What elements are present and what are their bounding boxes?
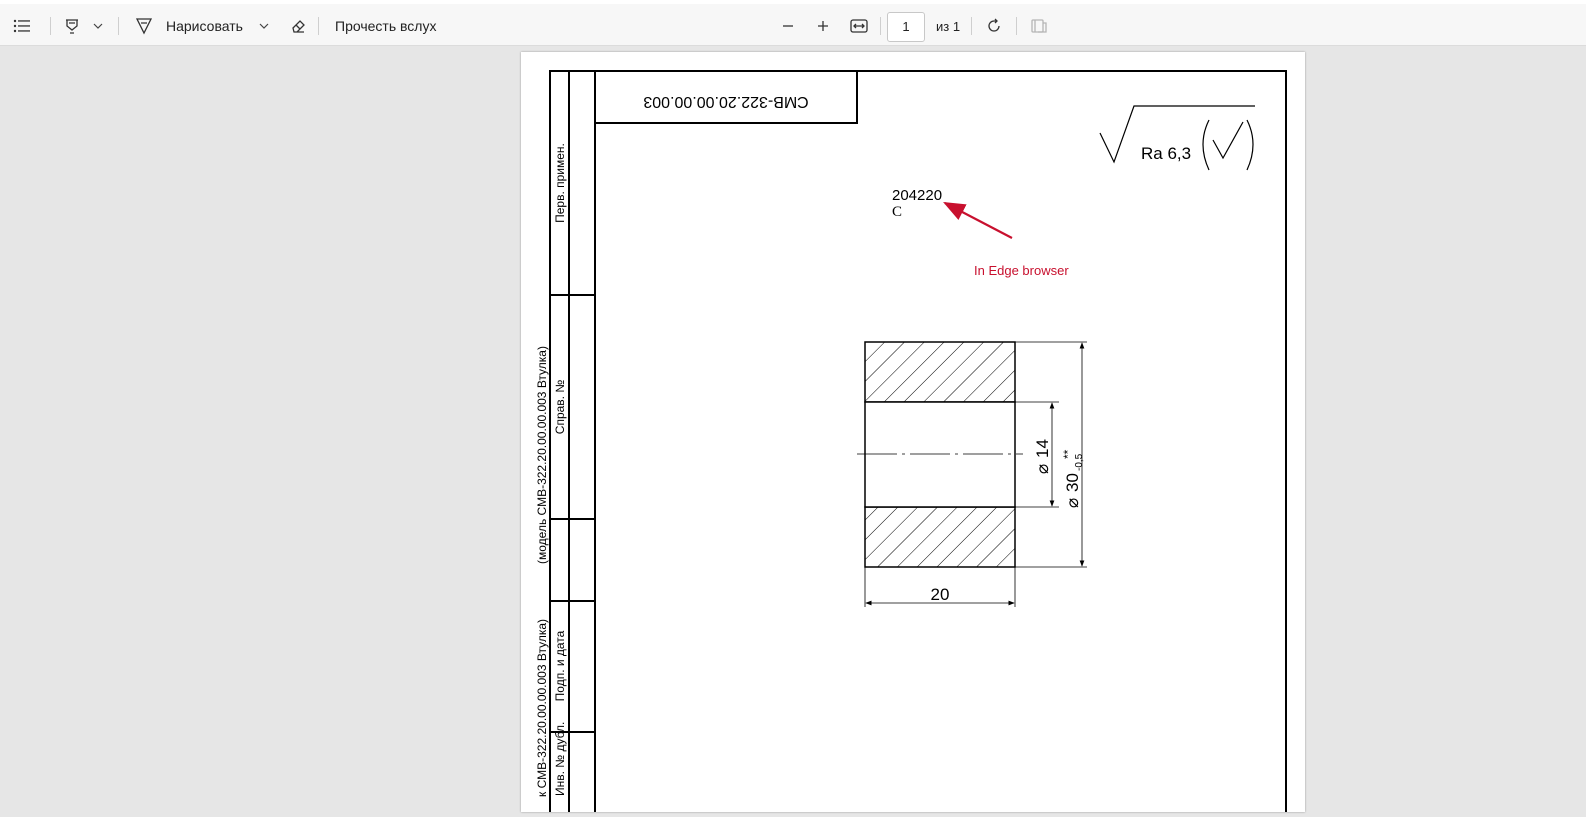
pdf-page: Перв. примен. Справ. № Подп. и дата Инв.… [521, 52, 1305, 817]
svg-text:⌀: ⌀ [1033, 464, 1052, 474]
fit-width-icon[interactable] [846, 12, 872, 40]
toolbar-divider [880, 17, 881, 35]
svg-text:-0,5: -0,5 [1074, 453, 1085, 471]
bushing-section [857, 341, 1023, 568]
rotate-icon[interactable] [981, 12, 1007, 40]
technical-drawing: Перв. примен. Справ. № Подп. и дата Инв.… [535, 70, 1287, 817]
highlight-icon[interactable] [58, 12, 86, 40]
eraser-icon[interactable] [284, 12, 312, 40]
svg-text:20: 20 [931, 585, 950, 604]
contents-icon[interactable] [8, 12, 36, 40]
svg-text:**: ** [1061, 449, 1075, 459]
read-aloud-label: Прочесть вслух [335, 18, 437, 34]
stamp-letter: C [892, 204, 902, 220]
highlight-dropdown-chevron-icon[interactable] [90, 18, 106, 34]
side-caption: (модель СМВ-322.20.00.00.003 Втулка) [535, 346, 549, 564]
label-inv-dubl: Инв. № дубл. [553, 722, 567, 796]
svg-text:14: 14 [1033, 439, 1052, 458]
zoom-out-icon[interactable] [776, 12, 800, 40]
page-number-input[interactable]: 1 [887, 12, 925, 42]
pdf-toolbar: Нарисовать Прочесть вслух 1 из 1 [0, 0, 1586, 46]
page-total: из 1 [936, 18, 961, 34]
toolbar-divider [971, 17, 972, 35]
label-perv-primen: Перв. примен. [553, 143, 567, 223]
read-aloud-button[interactable]: Прочесть вслух [335, 12, 436, 40]
roughness-symbol: Ra 6,3 [1099, 105, 1255, 171]
label-sprav-no: Справ. № [553, 380, 567, 435]
zoom-in-icon[interactable] [811, 12, 835, 40]
toolbar-divider [118, 17, 119, 35]
annotation-text: In Edge browser [974, 263, 1069, 278]
side-caption-2: к СМВ-322.20.00.00.003 Втулка) [535, 619, 549, 797]
pen-icon [135, 18, 153, 35]
stamp-number: 204220 [892, 187, 942, 204]
designation-text: СМВ-322.20.00.00.003 [643, 93, 808, 110]
svg-text:30: 30 [1063, 473, 1082, 492]
page-view-icon[interactable] [1026, 12, 1052, 40]
toolbar-divider [50, 17, 51, 35]
toolbar-divider [1016, 17, 1017, 35]
label-podp-data: Подп. и дата [553, 630, 567, 701]
roughness-value: Ra 6,3 [1141, 144, 1191, 163]
draw-button[interactable]: Нарисовать [134, 12, 243, 40]
draw-dropdown-chevron-icon[interactable] [256, 18, 272, 34]
toolbar-divider [318, 17, 319, 35]
dimension-length: 20 [864, 567, 1016, 607]
draw-label: Нарисовать [166, 18, 243, 34]
side-stamp-column: Перв. примен. Справ. № Подп. и дата Инв.… [535, 71, 596, 812]
svg-text:⌀: ⌀ [1063, 498, 1082, 508]
annotation-arrow [943, 201, 1013, 239]
dimension-inner-diameter: ⌀ 14 [1015, 401, 1059, 508]
